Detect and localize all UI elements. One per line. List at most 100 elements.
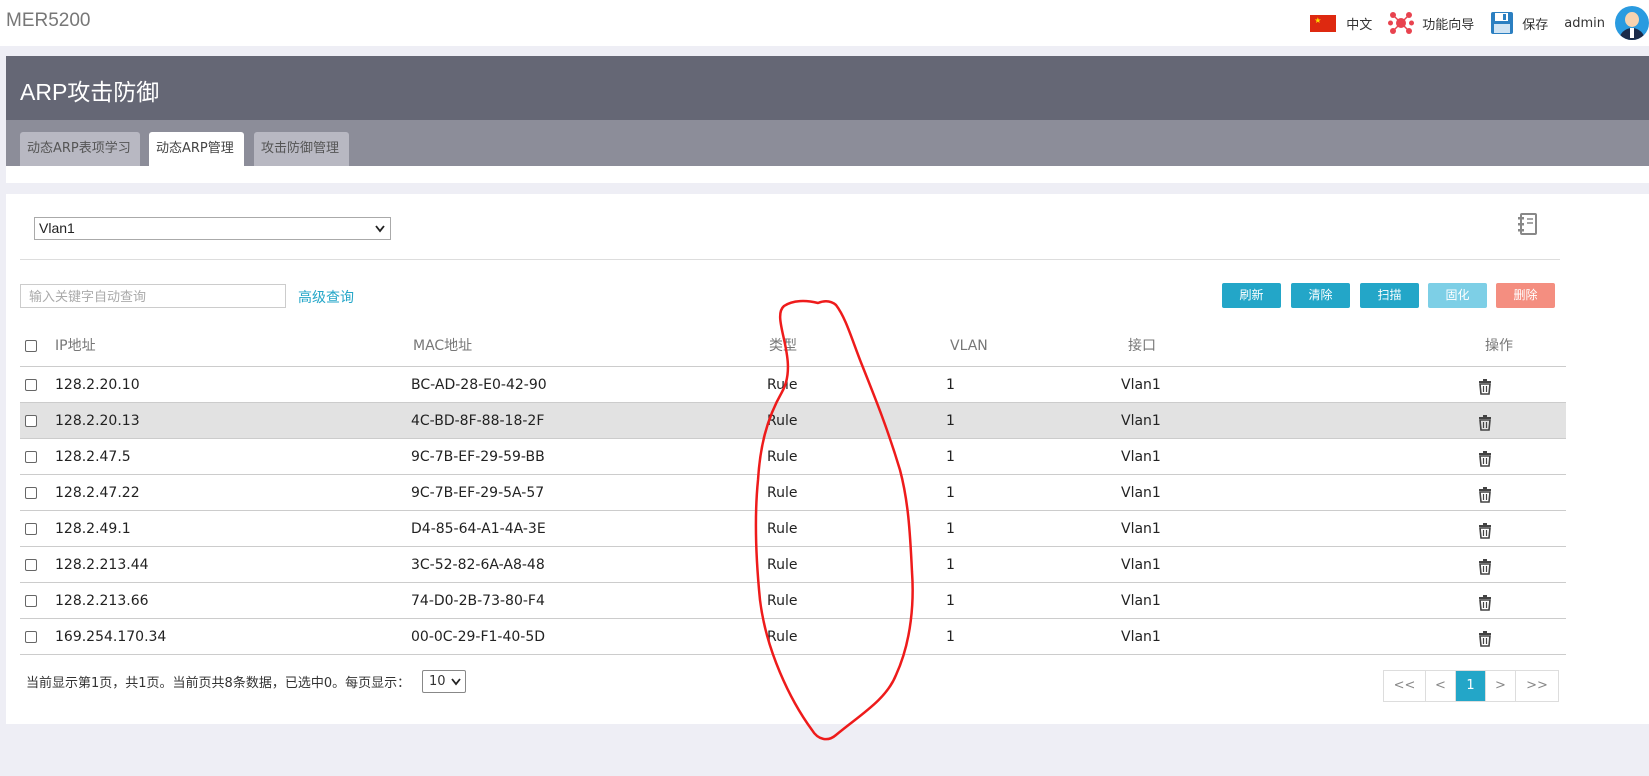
trash-icon[interactable] [1478, 559, 1492, 575]
cell-vlan: 1 [946, 593, 955, 609]
cell-vlan: 1 [946, 485, 955, 501]
last-page-button[interactable]: >> [1516, 671, 1558, 701]
first-page-button[interactable]: << [1384, 671, 1426, 701]
table-row[interactable]: 128.2.49.1 D4-85-64-A1-4A-3E Rule 1 Vlan1 [20, 511, 1566, 547]
username[interactable]: admin [1564, 16, 1605, 31]
app-title: MER5200 [6, 10, 91, 31]
cell-vlan: 1 [946, 449, 955, 465]
wizard-button[interactable]: 功能向导 [1388, 10, 1474, 36]
row-checkbox[interactable] [25, 487, 37, 499]
wizard-icon [1388, 12, 1415, 34]
per-page-select[interactable]: 10 [422, 670, 466, 693]
cell-vlan: 1 [946, 629, 955, 645]
trash-icon[interactable] [1478, 415, 1492, 431]
table-row[interactable]: 169.254.170.34 00-0C-29-F1-40-5D Rule 1 Vlan… [20, 619, 1566, 655]
next-page-button[interactable]: > [1486, 671, 1516, 701]
page-title: ARP攻击防御 [6, 56, 1649, 120]
china-flag-icon: ★ [1310, 14, 1337, 32]
header-vlan: VLAN [950, 338, 988, 354]
row-checkbox[interactable] [25, 451, 37, 463]
language-switch[interactable]: ★ 中文 [1310, 14, 1372, 33]
tab-bar: 动态ARP表项学习 动态ARP管理 攻击防御管理 [6, 120, 1649, 166]
header-operations: 操作 [1485, 338, 1513, 354]
tab-dynamic-arp-learning[interactable]: 动态ARP表项学习 [20, 132, 140, 166]
cell-type: Rule [767, 413, 798, 429]
cell-type: Rule [767, 449, 798, 465]
cell-mac: 3C-52-82-6A-A8-48 [411, 557, 545, 573]
fix-button[interactable]: 固化 [1428, 283, 1487, 308]
save-icon [1491, 12, 1514, 34]
row-checkbox[interactable] [25, 559, 37, 571]
table-row[interactable]: 128.2.20.10 BC-AD-28-E0-42-90 Rule 1 Vlan1 [20, 367, 1566, 403]
search-input[interactable] [20, 284, 286, 308]
save-button[interactable]: 保存 [1490, 11, 1548, 35]
per-page-value: 10 [429, 674, 446, 689]
cell-interface: Vlan1 [1121, 629, 1161, 645]
trash-icon[interactable] [1478, 595, 1492, 611]
trash-icon[interactable] [1478, 451, 1492, 467]
row-checkbox[interactable] [25, 631, 37, 643]
refresh-button[interactable]: 刷新 [1222, 283, 1281, 308]
clear-button[interactable]: 清除 [1291, 283, 1350, 308]
content-card: Vlan1 高级查询 刷新 清除 扫描 固化 删除 IP地址 MAC地址 类型 … [6, 194, 1649, 724]
divider [20, 259, 1560, 260]
table-row[interactable]: 128.2.47.5 9C-7B-EF-29-59-BB Rule 1 Vlan1 [20, 439, 1566, 475]
cell-mac: BC-AD-28-E0-42-90 [411, 377, 547, 393]
row-checkbox[interactable] [25, 415, 37, 427]
cell-mac: 00-0C-29-F1-40-5D [411, 629, 546, 645]
row-checkbox[interactable] [25, 523, 37, 535]
header-interface: 接口 [1128, 338, 1156, 354]
cell-ip: 128.2.213.44 [55, 557, 149, 573]
cell-ip: 128.2.47.5 [55, 449, 131, 465]
cell-ip: 128.2.213.66 [55, 593, 149, 609]
vlan-select[interactable]: Vlan1 [34, 217, 391, 240]
arp-table: IP地址 MAC地址 类型 VLAN 接口 操作 128.2.20.10 BC-A… [20, 325, 1566, 655]
row-checkbox[interactable] [25, 379, 37, 391]
cell-mac: D4-85-64-A1-4A-3E [411, 521, 546, 537]
page-header: ARP攻击防御 动态ARP表项学习 动态ARP管理 攻击防御管理 [6, 56, 1649, 166]
chevron-down-icon [451, 678, 461, 686]
trash-icon[interactable] [1478, 379, 1492, 395]
cell-interface: Vlan1 [1121, 593, 1161, 609]
table-row[interactable]: 128.2.213.66 74-D0-2B-73-80-F4 Rule 1 Vlan1 [20, 583, 1566, 619]
cell-mac: 74-D0-2B-73-80-F4 [411, 593, 545, 609]
tab-dynamic-arp-management[interactable]: 动态ARP管理 [149, 132, 244, 166]
notebook-icon[interactable] [1516, 212, 1538, 236]
table-row[interactable]: 128.2.47.22 9C-7B-EF-29-5A-57 Rule 1 Vlan1 [20, 475, 1566, 511]
save-label: 保存 [1522, 17, 1549, 33]
tab-attack-defense-management[interactable]: 攻击防御管理 [254, 132, 349, 166]
cell-interface: Vlan1 [1121, 449, 1161, 465]
trash-icon[interactable] [1478, 487, 1492, 503]
header-type: 类型 [769, 338, 797, 354]
cell-type: Rule [767, 629, 798, 645]
cell-mac: 4C-BD-8F-88-18-2F [411, 413, 545, 429]
pagination: << < 1 > >> [1383, 670, 1559, 702]
table-row[interactable]: 128.2.213.44 3C-52-82-6A-A8-48 Rule 1 Vlan1 [20, 547, 1566, 583]
scan-button[interactable]: 扫描 [1360, 283, 1419, 308]
page-bottom [6, 724, 1649, 776]
advanced-query-link[interactable]: 高级查询 [298, 287, 354, 307]
trash-icon[interactable] [1478, 631, 1492, 647]
page-1-button[interactable]: 1 [1456, 671, 1486, 701]
cell-vlan: 1 [946, 557, 955, 573]
cell-type: Rule [767, 377, 798, 393]
select-all-checkbox[interactable] [25, 340, 37, 352]
cell-vlan: 1 [946, 377, 955, 393]
table-header: IP地址 MAC地址 类型 VLAN 接口 操作 [20, 325, 1566, 367]
vlan-select-value: Vlan1 [39, 220, 75, 236]
cell-ip: 128.2.49.1 [55, 521, 131, 537]
chevron-down-icon [375, 225, 385, 233]
avatar[interactable] [1615, 6, 1649, 40]
cell-interface: Vlan1 [1121, 557, 1161, 573]
delete-button[interactable]: 删除 [1496, 283, 1555, 308]
cell-ip: 128.2.47.22 [55, 485, 140, 501]
trash-icon[interactable] [1478, 523, 1492, 539]
cell-type: Rule [767, 485, 798, 501]
cell-vlan: 1 [946, 413, 955, 429]
cell-ip: 128.2.20.13 [55, 413, 140, 429]
language-label: 中文 [1346, 17, 1373, 33]
prev-page-button[interactable]: < [1426, 671, 1456, 701]
row-checkbox[interactable] [25, 595, 37, 607]
tab-content-strip [6, 166, 1649, 183]
table-row[interactable]: 128.2.20.13 4C-BD-8F-88-18-2F Rule 1 Vlan1 [20, 403, 1566, 439]
